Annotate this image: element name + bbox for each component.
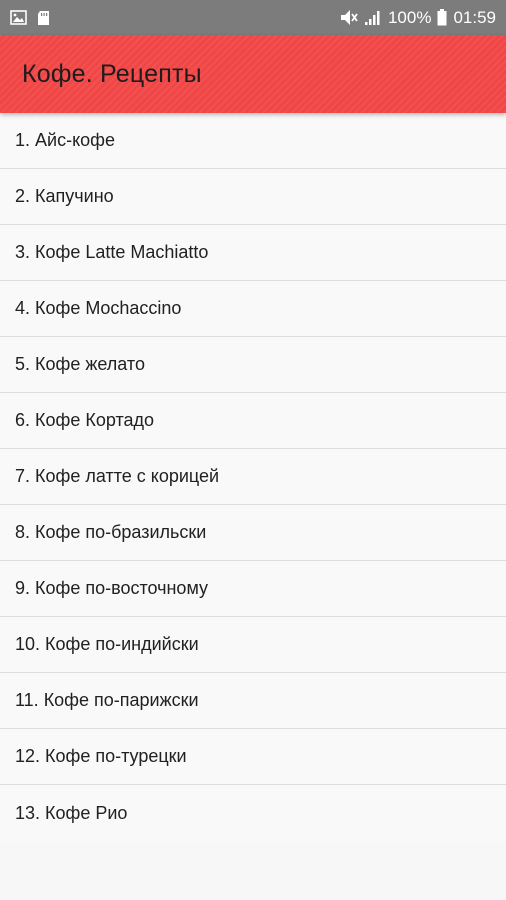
list-item[interactable]: 9. Кофе по-восточному [0,561,506,617]
status-left [10,10,50,26]
list-item[interactable]: 7. Кофе латте с корицей [0,449,506,505]
list-item[interactable]: 13. Кофе Рио [0,785,506,841]
list-item[interactable]: 6. Кофе Кортадо [0,393,506,449]
list-item[interactable]: 8. Кофе по-бразильски [0,505,506,561]
list-item[interactable]: 3. Кофе Latte Machiatto [0,225,506,281]
mute-icon [340,9,358,26]
app-bar: Кофе. Рецепты [0,35,506,113]
image-icon [10,10,27,25]
sd-card-icon [37,10,50,26]
status-right: 100% 01:59 [340,8,496,28]
status-bar: 100% 01:59 [0,0,506,35]
list-item[interactable]: 10. Кофе по-индийски [0,617,506,673]
list-item[interactable]: 2. Капучино [0,169,506,225]
list-item[interactable]: 5. Кофе желато [0,337,506,393]
recipe-list: 1. Айс-кофе 2. Капучино 3. Кофе Latte Ma… [0,113,506,841]
signal-icon [364,10,382,26]
battery-icon [437,9,447,26]
clock: 01:59 [453,7,496,27]
battery-percent: 100% [387,7,432,27]
list-item[interactable]: 12. Кофе по-турецки [0,729,506,785]
list-item[interactable]: 1. Айс-кофе [0,113,506,169]
page-title: Кофе. Рецепты [22,59,202,88]
list-item[interactable]: 4. Кофе Mochaccino [0,281,506,337]
list-item[interactable]: 11. Кофе по-парижски [0,673,506,729]
